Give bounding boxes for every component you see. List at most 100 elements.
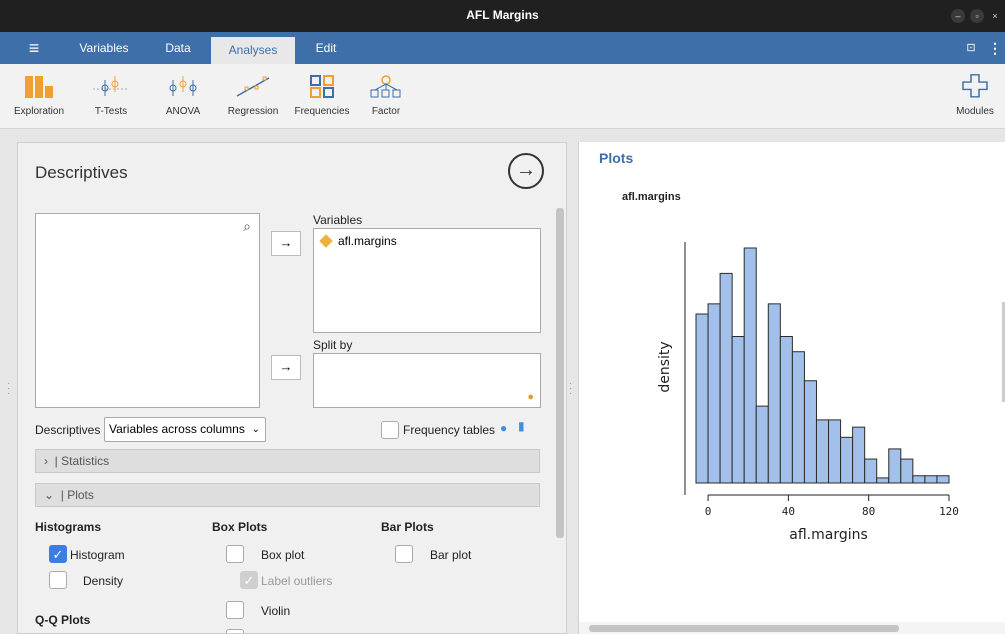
plots-section-header[interactable]: ⌄ | Plots [35, 483, 540, 507]
chevron-down-icon: ⌄ [44, 488, 55, 502]
histogram-bar [803, 380, 817, 484]
histogram-bar [876, 477, 890, 484]
histogram-bar [912, 475, 926, 484]
plus-icon [962, 74, 988, 98]
run-arrow-button[interactable]: → [508, 153, 544, 189]
checkmark-icon: ✓ [52, 547, 64, 562]
move-to-variables-button[interactable]: → [271, 231, 301, 256]
exploration-icon [25, 76, 53, 98]
histogram-bar [852, 426, 866, 484]
analysis-title: Descriptives [35, 163, 128, 182]
label-outliers-checkbox[interactable]: ✓ [240, 571, 258, 589]
bar-plot-checkbox[interactable] [395, 545, 413, 563]
nominal-variables-icon: ● [527, 391, 534, 403]
toggle-results-icon[interactable]: ⊡ [960, 32, 982, 64]
middle-splitter-grip[interactable]: · · · [569, 379, 573, 399]
histogram-bar [888, 448, 902, 484]
x-tick-label: 40 [782, 505, 795, 518]
histogram-bar [900, 458, 914, 484]
chevron-right-icon: › [44, 454, 48, 468]
layout-select[interactable]: Variables across columns ⌄ [104, 417, 266, 442]
arrow-right-icon: → [279, 359, 293, 374]
histogram-bar [731, 335, 745, 484]
frequency-tables-checkbox[interactable] [381, 421, 399, 439]
exploration-button[interactable]: Exploration [4, 74, 74, 124]
move-to-split-by-button[interactable]: → [271, 355, 301, 380]
statistics-section-header[interactable]: › | Statistics [35, 449, 540, 473]
histogram-chart: 0 40 80 120 afl.margins density [657, 242, 959, 543]
bar-plot-label: Bar plot [430, 548, 472, 562]
box-plot-checkbox[interactable] [226, 545, 244, 563]
menubar: ≡ Variables Data Analyses Edit ⊡ ⋮ [0, 32, 1005, 64]
label-outliers-label: Label outliers [261, 574, 333, 588]
histograms-heading: Histograms [35, 520, 102, 534]
menu-analyses[interactable]: Analyses [211, 37, 295, 64]
modules-button[interactable]: Modules [952, 74, 998, 124]
left-splitter-grip[interactable]: · · · [7, 379, 11, 399]
results-panel: Plots afl.margins 0 40 80 120 afl.margins d… [578, 142, 1005, 634]
anova-icon [169, 76, 197, 96]
variables-label: Variables [313, 213, 363, 227]
factor-icon [370, 75, 401, 98]
frequencies-button[interactable]: Frequencies [289, 74, 355, 124]
close-icon[interactable]: × [989, 9, 1001, 23]
available-variables-list[interactable]: ⌕ [35, 213, 260, 408]
search-icon[interactable]: ⌕ [243, 218, 251, 235]
density-checkbox[interactable] [49, 571, 67, 589]
results-scrollbar-h-thumb[interactable] [589, 625, 899, 632]
menu-edit[interactable]: Edit [302, 32, 350, 64]
x-tick-label: 0 [705, 505, 712, 518]
violin-checkbox[interactable] [226, 601, 244, 619]
histogram-bar [695, 313, 709, 484]
histogram-bar [924, 475, 938, 484]
histogram-bar [719, 272, 733, 484]
data-checkbox[interactable] [226, 629, 244, 633]
menu-data[interactable]: Data [150, 32, 206, 64]
minimize-icon[interactable]: – [951, 9, 965, 23]
violin-label: Violin [261, 604, 291, 618]
modules-label: Modules [956, 106, 994, 117]
split-by-box[interactable]: ● [313, 353, 541, 408]
t-tests-icon [93, 76, 129, 96]
bar-plots-heading: Bar Plots [381, 520, 434, 534]
factor-button[interactable]: Factor [366, 74, 406, 124]
layout-select-value: Variables across columns [109, 422, 245, 436]
density-label: Density [83, 574, 124, 588]
more-options-icon[interactable]: ⋮ [988, 32, 1002, 64]
options-scrollbar-thumb[interactable] [556, 208, 564, 538]
histogram-bar [864, 458, 878, 484]
analyses-ribbon: Exploration T-Tests ANOVA Regression Fre… [0, 64, 1005, 129]
hamburger-menu-icon[interactable]: ≡ [16, 32, 52, 64]
results-horizontal-scrollbar[interactable] [579, 622, 1005, 634]
variable-name: afl.margins [338, 234, 397, 248]
histogram-bar [828, 419, 842, 484]
maximize-icon[interactable]: ▫ [970, 9, 984, 23]
histogram-bar [779, 335, 793, 484]
x-axis-label: afl.margins [789, 527, 868, 543]
frequencies-label: Frequencies [294, 106, 350, 117]
histogram-checkbox[interactable]: ✓ [49, 545, 67, 563]
regression-icon [236, 76, 270, 97]
variable-item[interactable]: afl.margins [319, 234, 397, 248]
histogram-bar [815, 419, 830, 484]
checkmark-icon: ✓ [243, 573, 255, 588]
arrow-right-icon: → [516, 159, 536, 181]
continuous-variable-icon [319, 234, 333, 248]
regression-label: Regression [227, 106, 279, 117]
histogram-bar [791, 351, 805, 484]
plots-section-label: Plots [67, 488, 94, 502]
variables-box[interactable]: afl.margins [313, 228, 541, 333]
t-tests-label: T-Tests [94, 106, 128, 117]
y-axis-label: density [657, 341, 673, 392]
factor-label: Factor [371, 106, 401, 117]
anova-button[interactable]: ANOVA [160, 74, 206, 124]
options-scrollbar[interactable] [555, 198, 565, 633]
histogram-bar [755, 405, 769, 484]
descriptives-layout-label: Descriptives [35, 423, 101, 437]
anova-label: ANOVA [165, 106, 201, 117]
histogram-label: Histogram [70, 548, 125, 562]
menu-variables[interactable]: Variables [72, 32, 136, 64]
t-tests-button[interactable]: T-Tests [88, 74, 134, 124]
regression-button[interactable]: Regression [223, 74, 283, 124]
exploration-label: Exploration [13, 106, 65, 117]
